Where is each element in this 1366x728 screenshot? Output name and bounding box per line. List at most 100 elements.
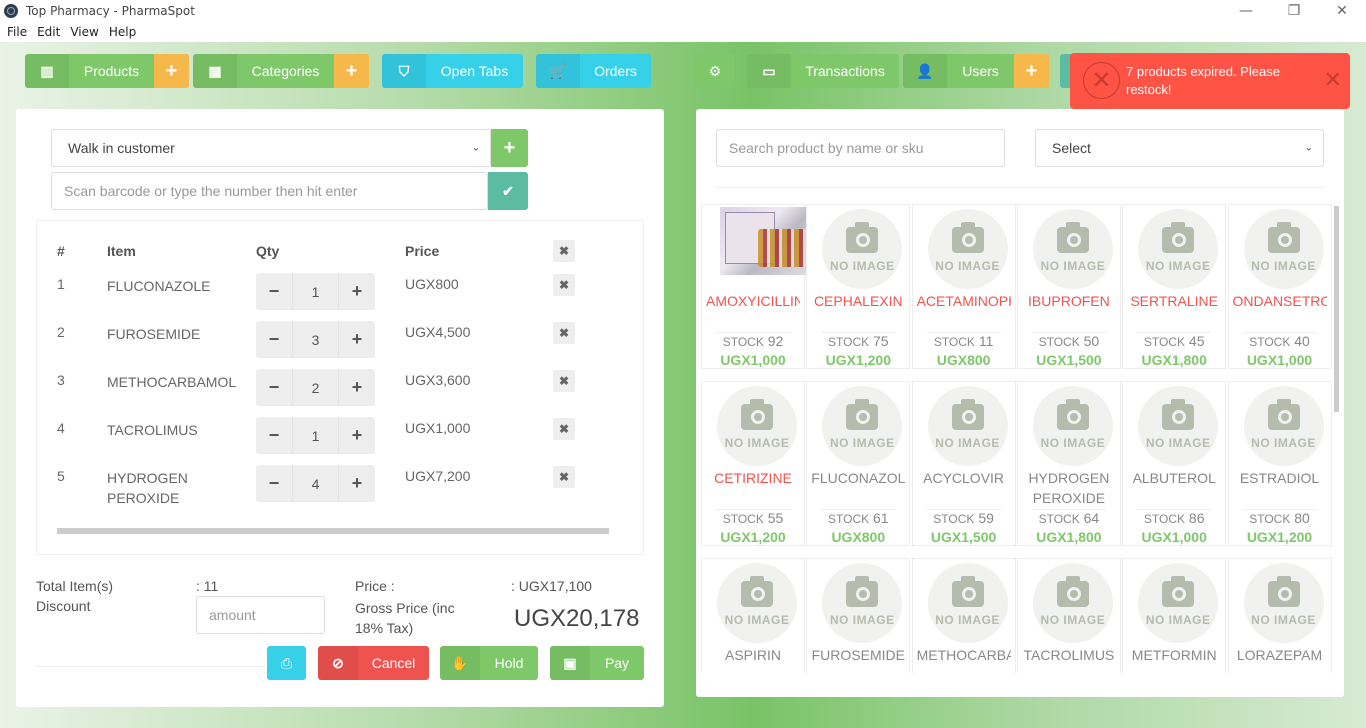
stock-label: STOCK <box>1249 512 1291 526</box>
product-card[interactable]: NO IMAGE TACROLIMUS <box>1016 558 1121 673</box>
add-category-button[interactable]: + <box>334 54 369 88</box>
products-panel: Search product by name or sku Select ⌄ A… <box>696 109 1344 697</box>
row-number: 2 <box>57 324 65 340</box>
product-card[interactable]: NO IMAGE SERTRALINE STOCK 45 UGX1,800 <box>1122 204 1227 369</box>
decrement-button[interactable]: − <box>256 369 292 406</box>
quantity-value[interactable]: 1 <box>292 273 339 310</box>
add-customer-button[interactable]: + <box>491 129 528 167</box>
product-card[interactable]: NO IMAGE ESTRADIOL STOCK 80 UGX1,200 <box>1227 381 1332 546</box>
pay-label: Pay <box>604 655 630 671</box>
camera-icon <box>1056 399 1089 430</box>
no-image-placeholder: NO IMAGE <box>927 209 1008 289</box>
menu-view[interactable]: View <box>65 25 103 39</box>
toast-close-icon[interactable]: ✕ <box>1324 67 1342 93</box>
quantity-value[interactable]: 1 <box>292 417 339 454</box>
increment-button[interactable]: + <box>339 417 375 454</box>
product-card[interactable]: NO IMAGE ASPIRIN <box>701 558 805 673</box>
stock-label: STOCK <box>828 512 870 526</box>
product-card[interactable]: NO IMAGE CEPHALEXIN STOCK 75 UGX1,200 <box>806 204 911 369</box>
quantity-value[interactable]: 4 <box>292 465 339 502</box>
gross-price-label: Gross Price (inc 18% Tax) <box>355 600 455 636</box>
product-card[interactable]: NO IMAGE HYDROGEN PEROXIDE STOCK 64 UGX1,… <box>1016 381 1121 546</box>
settings-button[interactable]: ⚙ <box>695 54 735 88</box>
menu-edit[interactable]: Edit <box>32 25 65 39</box>
close-window-button[interactable]: ✕ <box>1318 0 1366 22</box>
hold-label: Hold <box>494 655 524 671</box>
category-select[interactable]: Select ⌄ <box>1035 129 1324 167</box>
product-search-input[interactable]: Search product by name or sku <box>716 129 1005 167</box>
product-card[interactable]: NO IMAGE ACETAMINOPHEN STOCK 11 UGX800 <box>911 204 1016 369</box>
product-card[interactable]: NO IMAGE METHOCARBAMOL <box>911 558 1016 673</box>
barcode-placeholder: Scan barcode or type the number then hit… <box>64 183 358 199</box>
hold-button[interactable]: ✋ Hold <box>440 646 538 680</box>
menu-file[interactable]: File <box>2 25 32 39</box>
product-card[interactable]: NO IMAGE FUROSEMIDE <box>806 558 911 673</box>
vertical-scrollbar[interactable] <box>1334 206 1339 412</box>
no-image-label: NO IMAGE <box>935 613 1000 627</box>
cancel-button[interactable]: ⊘ Cancel <box>318 646 429 680</box>
barcode-input[interactable]: Scan barcode or type the number then hit… <box>51 172 488 210</box>
cart-panel: Walk in customer ⌄ + Scan barcode or typ… <box>16 109 664 707</box>
product-card[interactable]: NO IMAGE ALBUTEROL STOCK 86 UGX1,000 <box>1122 381 1227 546</box>
clear-cart-button[interactable]: ✖ <box>553 240 575 262</box>
no-image-placeholder: NO IMAGE <box>1032 386 1113 466</box>
add-product-button[interactable]: + <box>154 54 189 88</box>
pay-button[interactable]: ▣ Pay <box>550 646 644 680</box>
window-title: Top Pharmacy - PharmaSpot <box>26 4 195 18</box>
product-card[interactable]: NO IMAGE METFORMIN <box>1122 558 1227 673</box>
no-image-label: NO IMAGE <box>1251 436 1316 450</box>
customer-select[interactable]: Walk in customer ⌄ <box>51 129 491 167</box>
transactions-button[interactable]: ▭ Transactions <box>747 54 899 88</box>
remove-item-button[interactable]: ✖ <box>553 466 575 488</box>
remove-item-button[interactable]: ✖ <box>553 274 575 296</box>
gear-icon: ⚙ <box>708 62 722 79</box>
no-image-label: NO IMAGE <box>829 259 895 273</box>
quantity-value[interactable]: 3 <box>292 321 339 358</box>
product-card[interactable]: NO IMAGE FLUCONAZOLE STOCK 61 UGX800 <box>806 381 911 546</box>
product-card[interactable]: NO IMAGE ACYCLOVIR STOCK 59 UGX1,500 <box>911 381 1016 546</box>
stock-label: STOCK <box>1143 512 1186 526</box>
menu-help[interactable]: Help <box>104 25 141 39</box>
increment-button[interactable]: + <box>339 465 375 502</box>
minimize-button[interactable]: — <box>1222 0 1270 22</box>
open-tabs-button[interactable]: ⛉ Open Tabs <box>382 54 523 88</box>
categories-button[interactable]: ▦ Categories + <box>193 54 369 88</box>
product-stock: STOCK 64 <box>1018 510 1120 526</box>
product-card[interactable]: NO IMAGE ONDANSETRON STOCK 40 UGX1,000 <box>1227 204 1332 369</box>
increment-button[interactable]: + <box>339 369 375 406</box>
check-icon[interactable]: ✔ <box>488 172 528 210</box>
remove-item-button[interactable]: ✖ <box>553 322 575 344</box>
product-price: UGX1,800 <box>1036 529 1102 545</box>
product-stock: STOCK 59 <box>913 510 1015 526</box>
decrement-button[interactable]: − <box>256 273 292 310</box>
product-card[interactable]: NO IMAGE IBUPROFEN STOCK 50 UGX1,500 <box>1016 204 1121 369</box>
stock-value: 80 <box>1294 510 1310 526</box>
add-user-button[interactable]: + <box>1014 54 1049 88</box>
products-button[interactable]: ▥ Products + <box>25 54 189 88</box>
users-button[interactable]: 👤 Users + <box>903 54 1049 88</box>
orders-button[interactable]: 🛒 Orders <box>536 54 651 88</box>
horizontal-scrollbar[interactable] <box>57 528 609 534</box>
restore-button[interactable]: ❐ <box>1270 0 1318 22</box>
decrement-button[interactable]: − <box>256 465 292 502</box>
no-image-label: NO IMAGE <box>1145 259 1211 273</box>
decrement-button[interactable]: − <box>256 417 292 454</box>
product-card[interactable]: NO IMAGE LORAZEPAM <box>1227 558 1332 673</box>
row-item: TACROLIMUS <box>107 422 198 438</box>
decrement-button[interactable]: − <box>256 321 292 358</box>
remove-item-button[interactable]: ✖ <box>553 370 575 392</box>
remove-item-button[interactable]: ✖ <box>553 418 575 440</box>
product-card[interactable]: AMOXYICILLIN STOCK 92 UGX1,000 <box>701 204 810 369</box>
print-button[interactable]: ⎙ <box>267 646 306 680</box>
settings-nav: ⚙ <box>695 54 735 88</box>
quantity-value[interactable]: 2 <box>292 369 339 406</box>
stock-value: 11 <box>978 333 994 349</box>
stock-value: 45 <box>1188 333 1205 349</box>
orders-label: Orders <box>594 63 637 79</box>
increment-button[interactable]: + <box>339 273 375 310</box>
header-item: Item <box>107 243 136 259</box>
product-card[interactable]: NO IMAGE CETIRIZINE STOCK 55 UGX1,200 <box>701 381 805 546</box>
increment-button[interactable]: + <box>339 321 375 358</box>
ban-icon: ⊘ <box>318 646 358 680</box>
discount-input[interactable]: amount <box>196 596 325 634</box>
